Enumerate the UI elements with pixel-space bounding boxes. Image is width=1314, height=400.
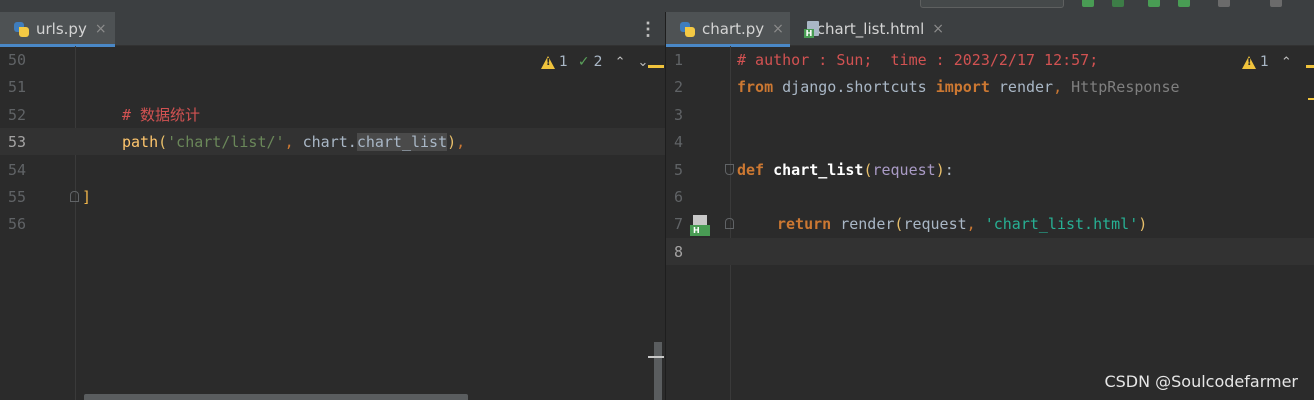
main-toolbar xyxy=(0,0,1314,12)
tab-chart-py[interactable]: chart.py × xyxy=(666,12,790,47)
code-function-name: chart_list xyxy=(764,160,864,179)
vertical-scrollbar[interactable] xyxy=(654,342,662,400)
coverage-icon[interactable] xyxy=(1148,0,1160,7)
code-comma: , xyxy=(1053,77,1063,96)
code-identifier: request xyxy=(903,214,967,233)
code-text: from django.shortcuts import render, Htt… xyxy=(737,78,1180,96)
line-number: 56 xyxy=(8,214,27,233)
code-keyword: def xyxy=(737,160,765,179)
close-tab-icon[interactable]: × xyxy=(932,21,944,37)
code-comma: , xyxy=(456,132,466,151)
close-tab-icon[interactable]: × xyxy=(772,21,784,37)
code-identifier: chart. xyxy=(293,132,357,151)
code-bracket: ] xyxy=(82,187,92,206)
fold-marker-icon[interactable] xyxy=(725,218,734,229)
line-number: 3 xyxy=(674,105,684,124)
watermark: CSDN @Soulcodefarmer xyxy=(1104,372,1298,391)
code-keyword: import xyxy=(935,77,990,96)
warning-stripe-marker[interactable] xyxy=(1306,65,1314,68)
code-line: 3 xyxy=(666,101,1314,128)
code-identifier: django.shortcuts xyxy=(773,77,936,96)
line-number: 53 xyxy=(8,132,27,151)
right-editor-pane: chart.py × H chart_list.html × 1 ⌃ 1 # a… xyxy=(666,12,1314,400)
code-identifier: render xyxy=(831,214,895,233)
warning-stripe-marker[interactable] xyxy=(1308,98,1314,100)
code-paren: ( xyxy=(158,132,168,151)
debug-icon[interactable] xyxy=(1112,0,1124,7)
tab-chart-list-html[interactable]: H chart_list.html × xyxy=(790,12,950,46)
profile-icon[interactable] xyxy=(1178,0,1190,7)
code-line: 6 xyxy=(666,183,1314,210)
left-tab-bar: urls.py × ⋮ xyxy=(0,12,665,47)
code-line: 56 xyxy=(0,210,665,237)
stop-icon[interactable] xyxy=(1218,0,1230,7)
line-number: 2 xyxy=(674,77,684,96)
code-line-current: 8 xyxy=(666,238,1314,265)
line-number: 7 xyxy=(674,214,684,233)
code-line: 51 xyxy=(0,73,665,100)
line-number: 1 xyxy=(674,50,684,69)
horizontal-scrollbar[interactable] xyxy=(84,394,468,400)
line-number: 4 xyxy=(674,132,684,151)
line-number: 6 xyxy=(674,187,684,206)
line-number: 5 xyxy=(674,160,684,179)
code-text: def chart_list(request): xyxy=(737,161,954,179)
code-line: 54 xyxy=(0,156,665,183)
code-colon: : xyxy=(944,160,954,179)
code-line: 5 def chart_list(request): xyxy=(666,156,1314,183)
code-line: 55 ] xyxy=(0,183,665,210)
code-line: 50 xyxy=(0,46,665,73)
close-tab-icon[interactable]: × xyxy=(95,21,107,37)
python-file-icon xyxy=(14,21,31,38)
line-number: 55 xyxy=(8,187,27,206)
tab-urls-py[interactable]: urls.py × xyxy=(0,12,115,47)
code-comma: , xyxy=(966,214,976,233)
run-icon[interactable] xyxy=(1082,0,1094,7)
line-number: 50 xyxy=(8,50,27,69)
code-paren: ) xyxy=(447,132,457,151)
code-keyword: from xyxy=(737,77,774,96)
code-unused-import: HttpResponse xyxy=(1062,77,1180,96)
right-tab-bar: chart.py × H chart_list.html × xyxy=(666,12,1314,47)
fold-marker-icon[interactable] xyxy=(70,191,79,202)
scroll-position-marker xyxy=(648,356,664,358)
code-string: 'chart_list.html' xyxy=(975,214,1139,233)
tab-label: chart.py xyxy=(702,20,765,38)
code-comment: # 数据统计 xyxy=(122,106,201,124)
tab-label: chart_list.html xyxy=(816,20,925,38)
line-number: 8 xyxy=(674,242,684,261)
code-line: 52 # 数据统计 xyxy=(0,101,665,128)
code-keyword: return xyxy=(777,214,832,233)
python-file-icon xyxy=(680,21,697,38)
html-template-gutter-icon[interactable]: H xyxy=(690,215,712,237)
code-string: 'chart/list/' xyxy=(167,132,285,151)
code-line-current: 53 path('chart/list/', chart.chart_list)… xyxy=(0,128,665,155)
code-comment: # author : Sun; time : 2023/2/17 12:57; xyxy=(737,50,1099,69)
code-line: 4 xyxy=(666,128,1314,155)
run-configuration-selector[interactable] xyxy=(920,0,1064,8)
left-editor-pane: urls.py × ⋮ 1 ✓ 2 ⌃ ⌄ 50 51 52 # 数据统计 53… xyxy=(0,12,665,400)
code-line: 7 return render(request, 'chart_list.htm… xyxy=(666,210,1314,237)
code-identifier: render xyxy=(989,77,1054,96)
code-text: path('chart/list/', chart.chart_list), xyxy=(122,132,466,151)
fold-marker-icon[interactable] xyxy=(725,164,734,175)
line-number: 51 xyxy=(8,77,27,96)
line-number: 54 xyxy=(8,160,27,179)
code-parameter: request xyxy=(872,160,936,179)
search-everywhere-icon[interactable] xyxy=(1270,0,1282,7)
code-text: return render(request, 'chart_list.html'… xyxy=(777,215,1147,233)
code-line: 2 from django.shortcuts import render, H… xyxy=(666,73,1314,100)
line-number: 52 xyxy=(8,105,27,124)
code-comma: , xyxy=(284,132,294,151)
code-line: 1 # author : Sun; time : 2023/2/17 12:57… xyxy=(666,46,1314,73)
code-paren: ) xyxy=(935,160,945,179)
code-paren: ) xyxy=(1138,214,1148,233)
code-identifier-highlighted: chart_list xyxy=(356,132,448,151)
tab-label: urls.py xyxy=(36,20,87,38)
html-file-icon: H xyxy=(804,20,819,38)
code-function: path xyxy=(122,132,159,151)
more-options-icon[interactable]: ⋮ xyxy=(639,19,657,40)
warning-stripe-marker[interactable] xyxy=(648,65,664,68)
